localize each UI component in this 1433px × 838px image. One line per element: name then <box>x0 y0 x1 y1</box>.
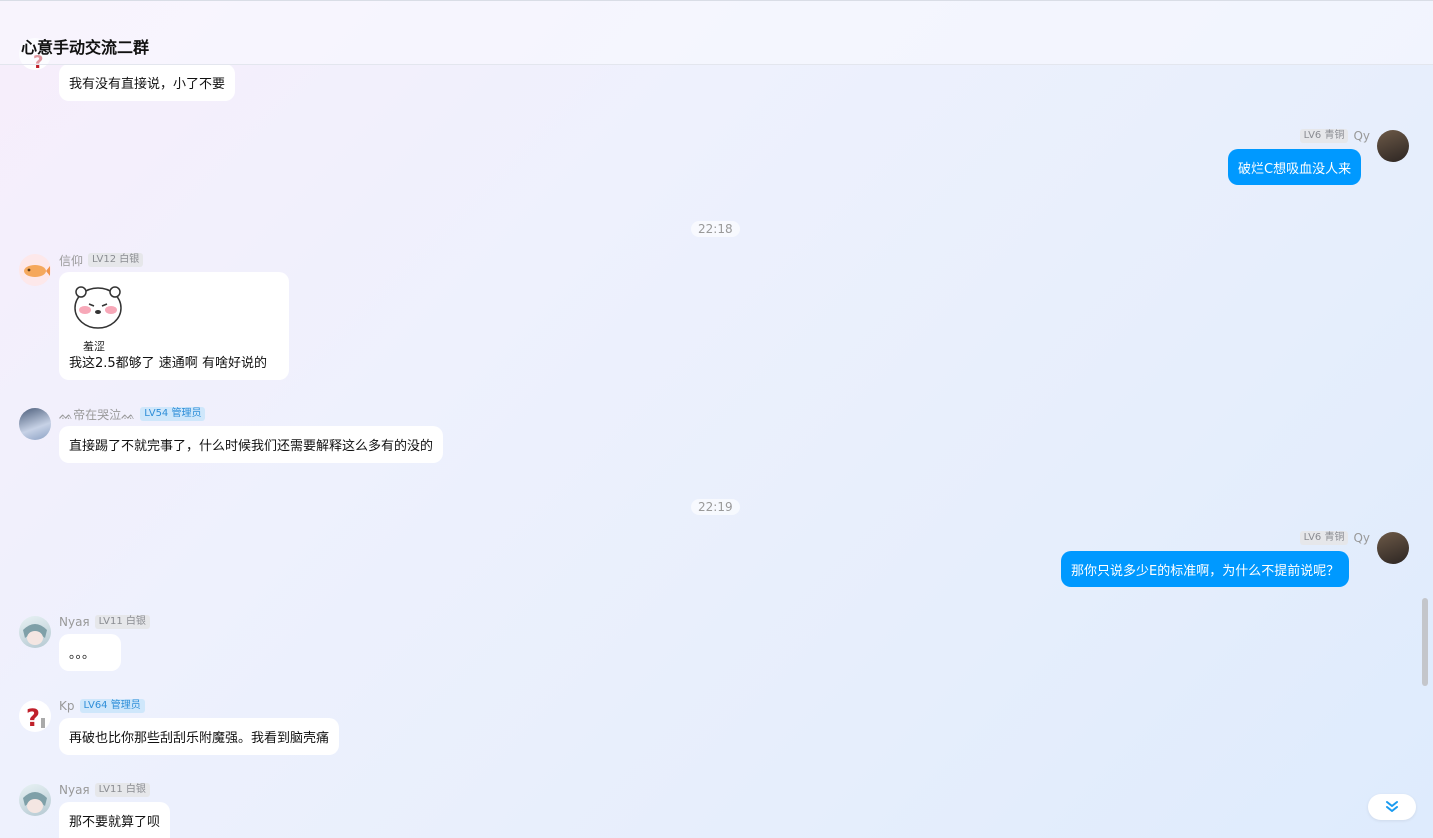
message-text: 直接踢了不就完事了，什么时候我们还需要解释这么多有的没的 <box>69 439 434 454</box>
anime-avatar-icon <box>23 792 47 813</box>
message-bubble[interactable]: 直接踢了不就完事了，什么时候我们还需要解释这么多有的没的 <box>59 426 444 463</box>
double-chevron-down-icon <box>1386 801 1398 812</box>
sender-line: LV6 青铜 Qy <box>1299 128 1370 144</box>
message-bubble[interactable]: 那不要就算了呗 <box>59 802 171 838</box>
chat-header: 心意手动交流二群 <box>0 0 1433 65</box>
scroll-to-bottom-button[interactable] <box>1368 794 1416 820</box>
question-mark-avatar-icon: ? <box>26 704 45 732</box>
message-text: 那不要就算了呗 <box>69 814 161 830</box>
chat-area[interactable]: ? 我有没有直接说，小了不要 LV6 青铜 Qy 破烂C想吸血没人来 22:18… <box>0 0 1433 838</box>
my-message-bubble[interactable]: 破烂C想吸血没人来 <box>1228 149 1362 185</box>
sender-line: 信仰 LV12 白银 <box>59 252 144 269</box>
avatar[interactable] <box>19 408 51 440</box>
my-avatar[interactable] <box>1377 532 1409 564</box>
sender-name[interactable]: Nyaя <box>59 615 90 629</box>
bear-sticker-icon <box>74 286 122 329</box>
admin-badge: LV64 管理员 <box>79 699 145 713</box>
sender-name[interactable]: Kp <box>59 699 75 713</box>
scrollbar-thumb[interactable] <box>1422 598 1428 686</box>
admin-badge: LV54 管理员 <box>140 407 206 421</box>
message-text: 破烂C想吸血没人来 <box>1238 161 1352 177</box>
sender-line: Nyaя LV11 白银 <box>59 782 150 798</box>
timestamp: 22:19 <box>691 499 740 515</box>
message-text: 我这2.5都够了 速通啊 有啥好说的 <box>69 356 267 371</box>
page-title: 心意手动交流二群 <box>21 38 150 57</box>
message-bubble[interactable]: 羞涩 我这2.5都够了 速通啊 有啥好说的 <box>59 272 289 380</box>
level-badge: LV11 白银 <box>94 615 150 629</box>
my-message-bubble[interactable]: 那你只说多少E的标准啊，为什么不提前说呢？ <box>1061 551 1350 587</box>
sender-line: Nyaя LV11 白银 <box>59 614 150 630</box>
timestamp: 22:18 <box>691 221 740 237</box>
message-bubble[interactable]: 再破也比你那些刮刮乐附魔强。我看到脑壳痛 <box>59 718 340 755</box>
sender-name[interactable]: Qy <box>1353 531 1370 545</box>
svg-text:?: ? <box>26 704 40 732</box>
message-text: 再破也比你那些刮刮乐附魔强。我看到脑壳痛 <box>69 731 330 746</box>
sender-name[interactable]: 信仰 <box>59 252 83 269</box>
avatar[interactable] <box>19 784 51 816</box>
message-text: 。。。 <box>69 647 96 662</box>
level-badge: LV6 青铜 <box>1299 531 1349 545</box>
message-bubble[interactable]: 我有没有直接说，小了不要 <box>59 64 236 101</box>
avatar[interactable]: ? <box>19 700 51 732</box>
sticker[interactable]: 羞涩 <box>69 282 127 353</box>
sender-line: Kp LV64 管理员 <box>59 698 145 714</box>
sender-name[interactable]: Qy <box>1353 129 1370 143</box>
message-bubble[interactable]: 。。。 <box>59 634 121 671</box>
sender-name[interactable]: Nyaя <box>59 783 90 797</box>
avatar[interactable] <box>19 254 51 286</box>
sender-line: ᨐ帝在哭泣ᨐ LV54 管理员 <box>59 406 206 423</box>
message-text: 那你只说多少E的标准啊，为什么不提前说呢？ <box>1071 563 1340 579</box>
level-badge: LV11 白银 <box>94 783 150 797</box>
sender-name[interactable]: ᨐ帝在哭泣ᨐ <box>59 406 135 423</box>
level-badge: LV12 白银 <box>88 253 144 267</box>
message-text: 我有没有直接说，小了不要 <box>69 77 226 92</box>
avatar[interactable] <box>19 616 51 648</box>
sender-line: LV6 青铜 Qy <box>1299 530 1370 546</box>
anime-avatar-icon <box>23 624 47 645</box>
fish-avatar-icon <box>24 265 50 277</box>
level-badge: LV6 青铜 <box>1299 129 1349 143</box>
my-avatar[interactable] <box>1377 130 1409 162</box>
